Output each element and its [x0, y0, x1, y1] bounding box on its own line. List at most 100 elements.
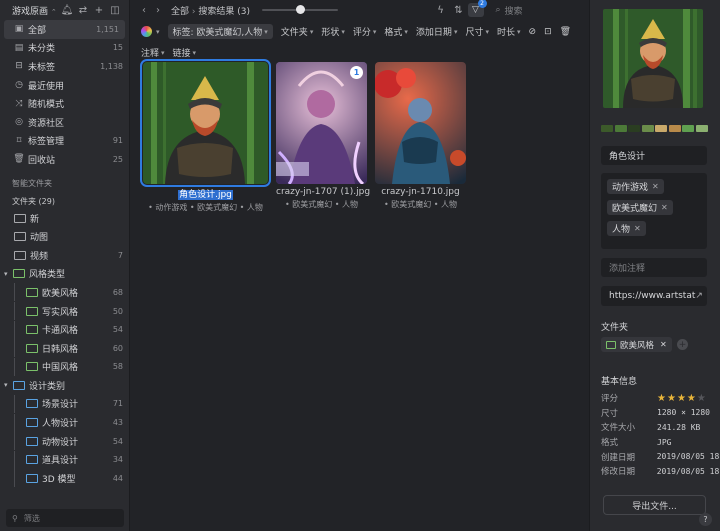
expand-caret-icon[interactable]: ▾ — [4, 381, 13, 389]
export-button[interactable]: 导出文件... — [603, 495, 706, 515]
thumbnail-name[interactable]: 角色设计.jpg — [143, 187, 268, 200]
subfolder-item[interactable]: 卡通风格 54 — [0, 320, 129, 339]
breadcrumb-root[interactable]: 全部 — [171, 7, 189, 17]
note-field[interactable]: 添加注释 — [601, 258, 707, 277]
slider-knob[interactable] — [296, 5, 305, 14]
preview-image[interactable] — [603, 9, 703, 108]
sidebar-item[interactable]: ⤨ 随机模式 — [0, 94, 129, 113]
all-icon: ▣ — [14, 24, 24, 35]
filter-button[interactable]: ▽ 2 — [467, 0, 487, 17]
thumbnail-card[interactable]: 角色设计.jpg • 动作游戏 • 欧美式魔幻 • 人物 — [140, 59, 271, 213]
remove-tag-icon[interactable]: ✕ — [652, 182, 659, 191]
color-swatch[interactable] — [641, 125, 654, 132]
color-swatch[interactable] — [682, 125, 694, 132]
tag-filter[interactable]: 标签: 欧美式魔幻,人物 ▾ — [167, 24, 273, 39]
unlink-icon[interactable]: ⊘ — [529, 24, 537, 39]
tag-chip[interactable]: 人物 ✕ — [607, 221, 646, 236]
folder-item[interactable]: 动图 — [0, 227, 129, 246]
subfolder-item[interactable]: 人物设计 43 — [0, 413, 129, 432]
title-field[interactable]: 角色设计 — [601, 146, 707, 165]
subfolder-item[interactable]: 道具设计 34 — [0, 450, 129, 469]
tag-chip[interactable]: 欧美式魔幻 ✕ — [607, 200, 673, 215]
thumbnail-card[interactable]: 1 crazy-jn-1707 (1).jpg • 欧美式魔幻 • 人物 — [276, 62, 370, 213]
filter-dropdown[interactable]: 链接 ▾ — [173, 45, 197, 60]
library-switcher[interactable]: 游戏原画 ⌃ — [12, 4, 59, 17]
color-swatch[interactable] — [628, 125, 640, 132]
sidebar-item[interactable]: ◎ 资源社区 — [0, 113, 129, 132]
bell-icon[interactable]: 🔔︎ — [59, 5, 75, 16]
expand-caret-icon[interactable]: ▾ — [4, 270, 13, 278]
sidebar-item[interactable]: ⊟ 未标签 1,138 — [0, 57, 129, 76]
tag-chip[interactable]: 动作游戏 ✕ — [607, 179, 664, 194]
folder-item[interactable]: 新 — [0, 209, 129, 228]
thumbnail-card[interactable]: crazy-jn-1710.jpg • 欧美式魔幻 • 人物 — [375, 62, 466, 213]
thumbnail-image[interactable] — [140, 59, 271, 187]
thumbnail-size-slider[interactable] — [262, 5, 338, 14]
sidebar-toggle-icon[interactable]: ◫ — [107, 5, 123, 16]
sidebar-item[interactable]: ⌑ 标签管理 91 — [0, 132, 129, 151]
folder-icon — [26, 436, 38, 446]
filter-dropdown[interactable]: 尺寸 ▾ — [465, 24, 489, 39]
thumbnail-image[interactable]: 1 — [276, 62, 367, 184]
filter-dropdown[interactable]: 评分 ▾ — [353, 24, 377, 39]
thumbnail-name[interactable]: crazy-jn-1707 (1).jpg — [276, 187, 370, 197]
lightning-icon[interactable]: ϟ — [432, 5, 450, 16]
color-swatch[interactable] — [695, 125, 708, 132]
remove-tag-icon[interactable]: ✕ — [634, 224, 641, 233]
rating-stars[interactable]: ★★★★★ — [657, 393, 707, 404]
search-input[interactable]: ⌕ 搜索 — [490, 3, 584, 17]
star-icon[interactable]: ★ — [677, 393, 686, 404]
star-icon[interactable]: ★ — [697, 393, 706, 404]
folder-item[interactable]: 视频 7 — [0, 246, 129, 265]
subfolder-item[interactable]: 场景设计 71 — [0, 394, 129, 414]
remove-folder-icon[interactable]: ✕ — [660, 340, 667, 349]
thumbnail-image[interactable] — [375, 62, 466, 184]
color-swatch[interactable] — [655, 125, 667, 132]
color-swatch[interactable] — [668, 125, 681, 132]
forward-icon[interactable]: › — [151, 5, 165, 16]
thumbnail-name[interactable]: crazy-jn-1710.jpg — [375, 187, 466, 197]
subfolder-item[interactable]: 动物设计 54 — [0, 432, 129, 451]
add-icon[interactable]: + — [91, 5, 107, 16]
sync-icon[interactable]: ⇄ — [75, 5, 91, 16]
color-wheel-icon — [141, 26, 152, 37]
star-icon[interactable]: ★ — [667, 393, 676, 404]
subfolder-item[interactable]: 写实风格 50 — [0, 302, 129, 321]
help-icon[interactable]: ? — [699, 513, 712, 526]
folder-group[interactable]: ▾ 风格类型 — [0, 265, 129, 284]
sidebar-item[interactable]: 🗑 回收站 25 — [0, 150, 129, 169]
folder-group[interactable]: ▾ 设计类别 — [0, 376, 129, 395]
filter-dropdown[interactable]: 注释 ▾ — [141, 45, 165, 60]
color-swatch[interactable] — [614, 125, 627, 132]
folder-chip[interactable]: 欧美风格 ✕ — [601, 337, 672, 352]
color-swatch[interactable] — [601, 125, 613, 132]
filter-dropdown[interactable]: 形状 ▾ — [321, 24, 345, 39]
add-folder-icon[interactable]: + — [677, 339, 688, 350]
back-icon[interactable]: ‹ — [137, 5, 151, 16]
trash-icon[interactable]: 🗑 — [560, 24, 571, 39]
smart-folders-header[interactable]: 智能文件夹 — [0, 177, 129, 191]
filter-dropdown[interactable]: 添加日期 ▾ — [416, 24, 458, 39]
url-field[interactable]: https://www.artstat ↗ — [601, 286, 707, 306]
remove-tag-icon[interactable]: ✕ — [661, 203, 668, 212]
folder-icon — [13, 269, 25, 279]
sidebar-item[interactable]: ▤ 未分类 15 — [0, 39, 129, 58]
tag-editor[interactable]: 动作游戏 ✕ 欧美式魔幻 ✕ 人物 ✕ — [601, 173, 707, 249]
folders-header[interactable]: 文件夹 (29) — [0, 195, 129, 209]
sidebar-item[interactable]: ◷ 最近使用 — [0, 76, 129, 95]
subfolder-item[interactable]: 欧美风格 68 — [0, 283, 129, 302]
subfolder-item[interactable]: 日韩风格 60 — [0, 339, 129, 358]
subfolder-item[interactable]: 3D 模型 44 — [0, 469, 129, 488]
star-icon[interactable]: ★ — [687, 393, 696, 404]
color-filter[interactable]: ▾ — [141, 24, 160, 39]
filter-dropdown[interactable]: 格式 ▾ — [384, 24, 408, 39]
external-link-icon[interactable]: ↗ — [695, 291, 703, 301]
sort-icon[interactable]: ⇅ — [450, 5, 468, 16]
lock-icon[interactable]: ⊡ — [544, 24, 552, 39]
sidebar-item[interactable]: ▣ 全部 1,151 — [4, 20, 125, 39]
filter-dropdown[interactable]: 文件夹 ▾ — [281, 24, 314, 39]
sidebar-filter-input[interactable]: ⚲ 筛选 — [6, 509, 124, 527]
subfolder-item[interactable]: 中国风格 58 — [0, 357, 129, 377]
star-icon[interactable]: ★ — [657, 393, 666, 404]
filter-dropdown[interactable]: 时长 ▾ — [497, 24, 521, 39]
